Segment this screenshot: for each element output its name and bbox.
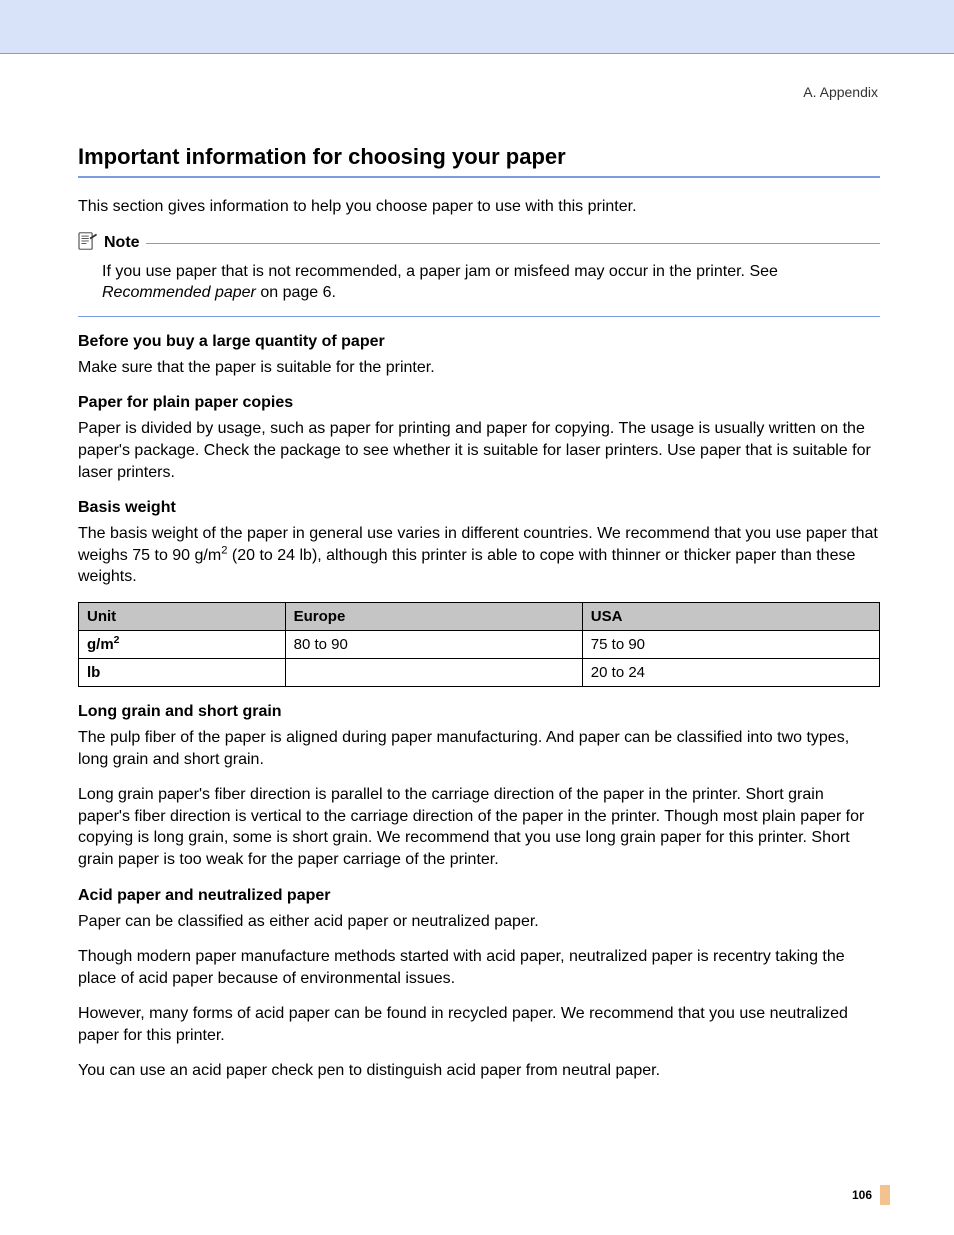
heading-plain-paper: Paper for plain paper copies	[78, 394, 880, 412]
th-europe: Europe	[285, 602, 582, 630]
intro-paragraph: This section gives information to help y…	[78, 196, 880, 218]
note-body: If you use paper that is not recommended…	[78, 255, 880, 310]
td-europe-gm2: 80 to 90	[285, 630, 582, 658]
para-acid-1: Paper can be classified as either acid p…	[78, 911, 880, 933]
table-row: g/m2 80 to 90 75 to 90	[79, 630, 880, 658]
th-unit: Unit	[79, 602, 286, 630]
para-acid-3: However, many forms of acid paper can be…	[78, 1003, 880, 1046]
para-basis-weight: The basis weight of the paper in general…	[78, 523, 880, 588]
table-header-row: Unit Europe USA	[79, 602, 880, 630]
page-title: Important information for choosing your …	[78, 144, 880, 170]
para-plain-paper: Paper is divided by usage, such as paper…	[78, 418, 880, 483]
note-rule-top	[146, 243, 880, 244]
top-bar	[0, 0, 954, 54]
heading-acid: Acid paper and neutralized paper	[78, 887, 880, 905]
note-text-prefix: If you use paper that is not recommended…	[102, 263, 778, 280]
td-usa-lb: 20 to 24	[582, 658, 879, 686]
page-number-wrap: 106	[852, 1185, 890, 1205]
para-grain-2: Long grain paper's fiber direction is pa…	[78, 784, 880, 870]
heading-before-buy: Before you buy a large quantity of paper	[78, 333, 880, 351]
note-label: Note	[104, 234, 140, 252]
weight-table: Unit Europe USA g/m2 80 to 90 75 to 90 l…	[78, 602, 880, 687]
heading-grain: Long grain and short grain	[78, 703, 880, 721]
note-text-suffix: on page 6.	[256, 284, 336, 301]
note-box: Note If you use paper that is not recomm…	[78, 232, 880, 317]
td-unit-gm2: g/m2	[79, 630, 286, 658]
page-number: 106	[852, 1188, 872, 1202]
th-usa: USA	[582, 602, 879, 630]
breadcrumb: A. Appendix	[78, 84, 880, 100]
page-content: A. Appendix Important information for ch…	[0, 54, 954, 1235]
para-acid-4: You can use an acid paper check pen to d…	[78, 1060, 880, 1082]
para-before-buy: Make sure that the paper is suitable for…	[78, 357, 880, 379]
td-usa-gm2: 75 to 90	[582, 630, 879, 658]
note-link[interactable]: Recommended paper	[102, 284, 256, 301]
heading-basis-weight: Basis weight	[78, 499, 880, 517]
note-icon	[78, 232, 98, 255]
para-acid-2: Though modern paper manufacture methods …	[78, 946, 880, 989]
table-row: lb 20 to 24	[79, 658, 880, 686]
para-grain-1: The pulp fiber of the paper is aligned d…	[78, 727, 880, 770]
td-europe-lb	[285, 658, 582, 686]
page-number-bar	[880, 1185, 890, 1205]
title-rule	[78, 176, 880, 178]
note-rule-bottom	[78, 316, 880, 317]
td-unit-lb: lb	[79, 658, 286, 686]
